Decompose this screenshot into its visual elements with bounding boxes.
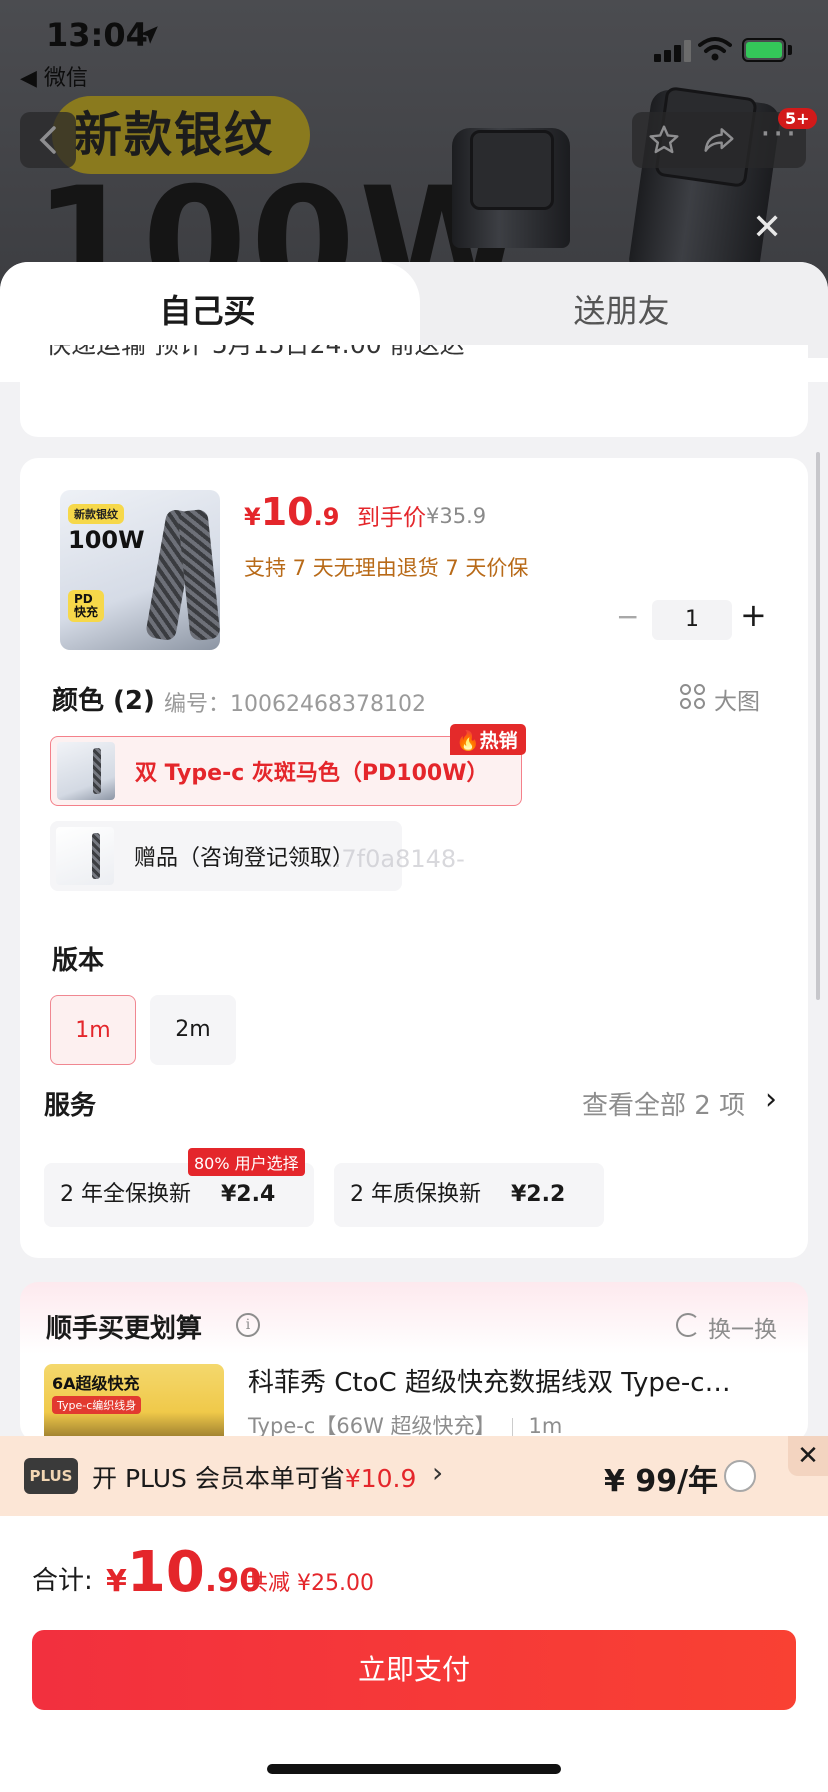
battery-icon	[742, 38, 786, 62]
plus-prefix: 开 PLUS 会员本单可省	[92, 1464, 345, 1493]
big-picture-link[interactable]: 大图	[714, 682, 760, 716]
plus-select-radio[interactable]	[724, 1460, 756, 1492]
bundle-spec-type: Type-c【66W 超级快充】	[248, 1414, 496, 1438]
sku-code: 编号：10062468378102	[164, 686, 426, 718]
refresh-icon[interactable]	[676, 1313, 700, 1337]
back-button[interactable]	[20, 112, 76, 168]
total-label: 合计:	[32, 1566, 93, 1596]
bundle-product-name[interactable]: 科菲秀 CtoC 超级快充数据线双 Type-c…	[248, 1362, 768, 1399]
close-icon[interactable]: ✕	[752, 210, 782, 246]
star-icon[interactable]	[648, 124, 680, 156]
tab-buy-self[interactable]: 自己买	[0, 286, 415, 332]
grid-icon[interactable]	[680, 684, 706, 710]
pay-now-button[interactable]: 立即支付	[32, 1630, 796, 1710]
option-thumbnail	[57, 742, 115, 800]
popular-choice-badge: 80% 用户选择	[188, 1148, 305, 1176]
bundle-spec-length: 1m	[528, 1414, 563, 1438]
quantity-input[interactable]: 1	[652, 600, 732, 640]
original-price: ¥35.9	[426, 504, 487, 528]
total-savings: 共减 ¥25.00	[246, 1571, 374, 1596]
thumb-pd-badge: PD 快充	[68, 590, 105, 623]
product-thumbnail[interactable]: 新款银纹 100W PD 快充	[60, 490, 220, 650]
delivery-card: 快递运输 预计 5月15日24:00 前送达	[20, 345, 808, 437]
final-price: ¥10.9 到手价	[244, 490, 426, 534]
bundle-thumb-title: 6A超级快充	[52, 1374, 140, 1393]
bundle-thumb-sub: Type-c编织线身	[52, 1396, 142, 1414]
plus-promo-text[interactable]: 开 PLUS 会员本单可省¥10.9	[92, 1459, 416, 1495]
view-all-services-link[interactable]: 查看全部 2 项	[582, 1085, 745, 1122]
chevron-right-icon[interactable]: ›	[432, 1456, 443, 1489]
signal-bar-3	[674, 45, 681, 62]
version-option-1m[interactable]: 1m	[50, 995, 136, 1065]
chevron-left-icon	[39, 126, 56, 154]
service-section-title: 服务	[44, 1091, 97, 1121]
version-section-title: 版本	[52, 946, 105, 976]
delivery-text: 快递运输 预计 5月15日24:00 前送达	[46, 345, 465, 361]
total-amount: ¥10.90	[106, 1540, 262, 1605]
location-arrow-icon	[140, 26, 158, 44]
quantity-increase-button[interactable]: +	[740, 596, 767, 634]
price-currency: ¥	[244, 503, 261, 531]
total-int: 10	[126, 1540, 205, 1605]
sku-label: 编号：	[164, 692, 231, 717]
refresh-button[interactable]: 换一换	[708, 1310, 777, 1344]
service-price: ¥2.4	[221, 1182, 276, 1207]
price-int: 10	[260, 490, 314, 534]
wifi-icon	[698, 37, 732, 61]
price-dec: .9	[313, 503, 340, 531]
plus-save-amount: ¥10.9	[344, 1464, 417, 1493]
home-indicator[interactable]	[267, 1764, 561, 1774]
plus-close-button[interactable]: ✕	[788, 1436, 828, 1476]
service-option-quality-warranty[interactable]: 2 年质保换新 ¥2.2	[334, 1163, 604, 1227]
info-icon[interactable]: i	[236, 1313, 260, 1337]
message-count-badge: 5+	[778, 108, 817, 129]
signal-bar-1	[654, 54, 661, 62]
tab-gift-friend[interactable]: 送朋友	[415, 286, 828, 332]
flame-icon: 🔥	[456, 730, 480, 752]
guarantee-text: 支持 7 天无理由退货 7 天价保	[244, 556, 529, 580]
total-currency: ¥	[106, 1564, 127, 1599]
plus-price: ¥ 99/年	[604, 1464, 719, 1499]
bundle-product-thumbnail[interactable]: 6A超级快充 Type-c编织线身	[44, 1364, 224, 1444]
share-icon[interactable]	[702, 124, 736, 156]
hot-sale-badge: 🔥热销	[450, 724, 526, 755]
service-label: 2 年全保换新	[60, 1182, 191, 1207]
color-section-title: 颜色 (2)	[52, 686, 155, 716]
battery-cap	[788, 45, 792, 55]
quantity-decrease-button[interactable]: −	[616, 600, 639, 633]
hot-label: 热销	[479, 730, 518, 752]
watermark-text: ..7f0a8148-	[288, 845, 465, 873]
color-option-label: 双 Type-c 灰斑马色（PD100W）	[135, 761, 489, 786]
option-thumbnail	[56, 827, 114, 885]
status-bar: 13:04 ◀ 微信	[0, 0, 828, 92]
sku-number: 10062468378102	[230, 692, 426, 717]
cable-image-2	[177, 508, 220, 642]
plus-logo: PLUS	[24, 1458, 78, 1494]
status-time: 13:04	[46, 16, 148, 54]
version-option-2m[interactable]: 2m	[150, 995, 236, 1065]
back-to-wechat-link[interactable]: ◀ 微信	[20, 60, 88, 92]
signal-bar-4	[684, 40, 691, 62]
bundle-title: 顺手买更划算	[46, 1314, 203, 1344]
signal-bar-2	[664, 50, 671, 62]
service-price: ¥2.2	[511, 1182, 566, 1207]
usb-c-plug-tip	[470, 130, 554, 210]
price-label: 到手价	[357, 505, 426, 531]
thumb-tag: 新款银纹	[68, 504, 124, 524]
chevron-right-icon[interactable]: ›	[765, 1082, 777, 1117]
service-label: 2 年质保换新	[350, 1182, 481, 1207]
thumb-power: 100W	[68, 526, 145, 554]
scrollbar[interactable]	[816, 452, 820, 1000]
